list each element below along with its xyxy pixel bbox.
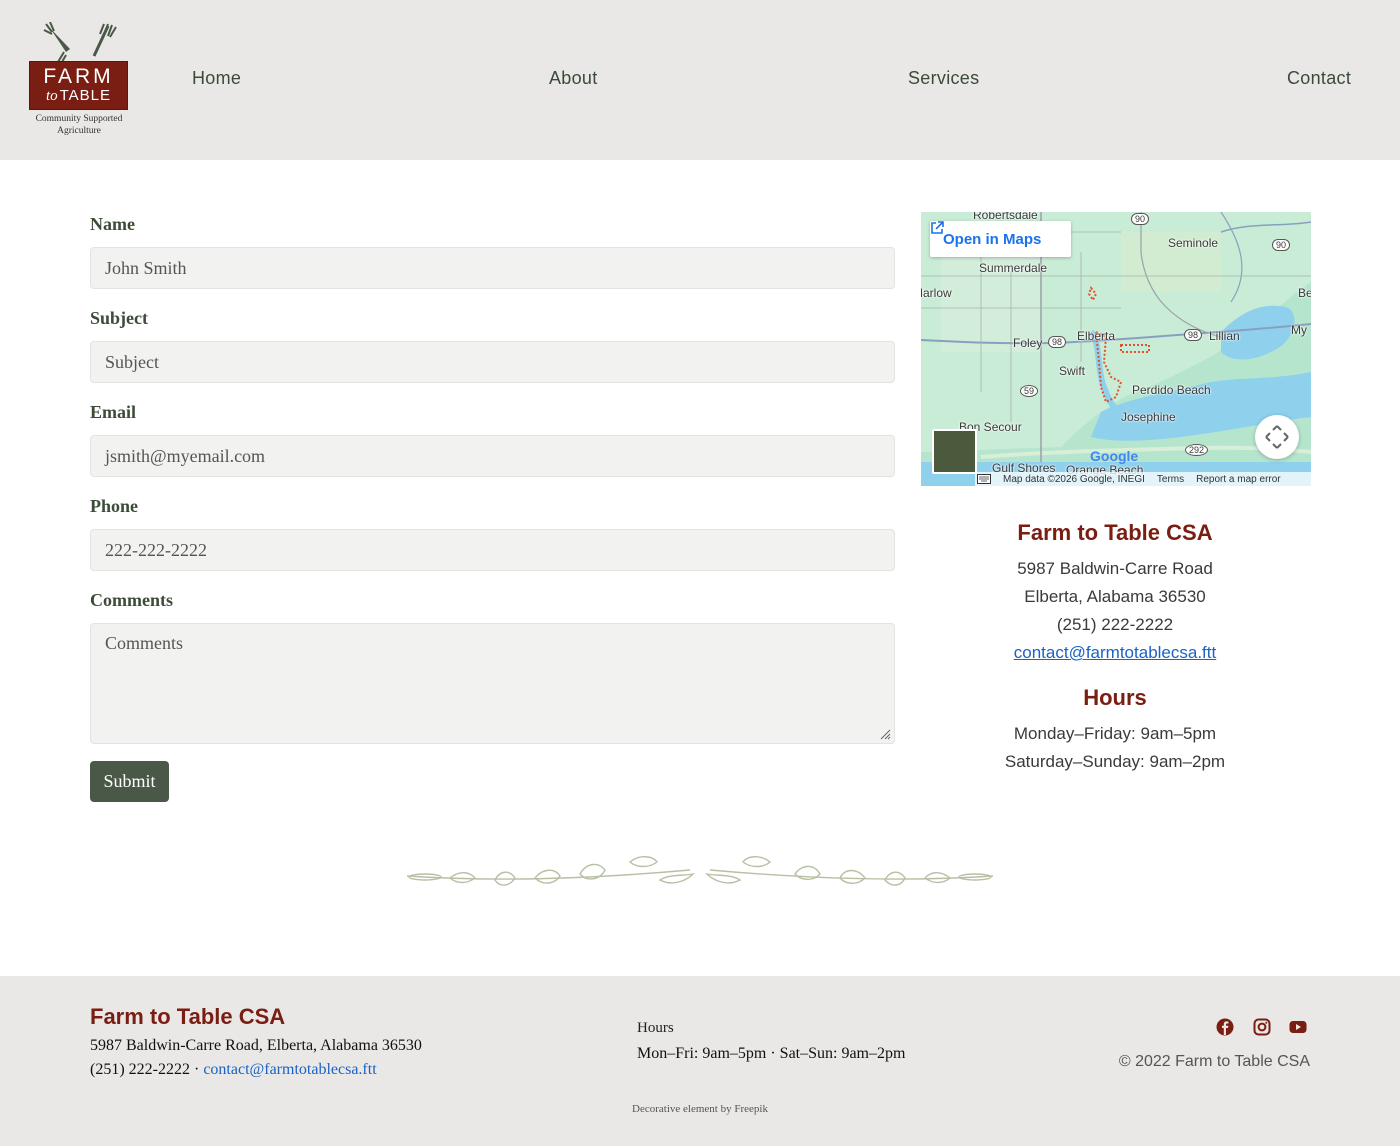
weekday-hours: Monday–Friday: 9am–5pm: [1013, 724, 1217, 743]
email-label: Email: [90, 402, 137, 422]
map-label-josephine: Josephine: [1121, 410, 1176, 424]
instagram-icon[interactable]: [1253, 1018, 1271, 1036]
phone-label: Phone: [90, 496, 139, 516]
footer-email-link[interactable]: contact@farmtotablecsa.ftt: [203, 1061, 376, 1078]
route-badge-59: 59: [1020, 385, 1039, 397]
submit-button[interactable]: Submit: [90, 761, 169, 802]
comments-field[interactable]: Comments: [90, 623, 895, 744]
map-data-text: Map data ©2026 Google, INEGI: [1003, 473, 1145, 485]
keyboard-icon[interactable]: [977, 474, 991, 484]
map-label-summerdale: Summerdale: [979, 261, 1048, 275]
subject-placeholder: Subject: [105, 351, 159, 372]
map-label-my: My: [1291, 323, 1307, 337]
route-badge-98: 98: [1048, 336, 1067, 348]
map-report-link[interactable]: Report a map error: [1196, 474, 1280, 485]
site-header: FARM to TABLE Community Supported Agricul…: [0, 0, 1400, 160]
youtube-icon[interactable]: [1289, 1018, 1307, 1036]
contact-street: 5987 Baldwin-Carre Road: [1017, 559, 1213, 578]
nav-contact[interactable]: Contact: [1287, 68, 1351, 89]
resize-handle-icon[interactable]: [879, 728, 891, 740]
contact-info-heading: Farm to Table CSA: [1017, 520, 1213, 545]
comments-placeholder: Comments: [105, 633, 184, 653]
logo-tagline-line-1: Community Supported: [35, 114, 123, 124]
phone-value: 222-222-2222: [105, 539, 207, 560]
satellite-toggle[interactable]: [932, 429, 977, 474]
map-attribution: Map data ©2026 Google, INEGI Terms Repor…: [975, 472, 1311, 486]
footer-contact: (251) 222-2222 · contact@farmtotablecsa.…: [90, 1061, 377, 1079]
name-field[interactable]: John Smith: [90, 247, 895, 289]
weekend-hours: Saturday–Sunday: 9am–2pm: [1004, 752, 1226, 771]
route-badge-292: 292: [1185, 444, 1209, 456]
nav-services[interactable]: Services: [908, 68, 979, 89]
route-badge-90: 90: [1272, 239, 1291, 251]
footer-copyright: © 2022 Farm to Table CSA: [1118, 1053, 1310, 1070]
subject-field[interactable]: Subject: [90, 341, 895, 383]
logo-tagline: Community Supported Agriculture: [22, 113, 136, 137]
fullscreen-button[interactable]: [1255, 415, 1299, 459]
logo-to-text: to: [45, 88, 58, 104]
external-link-icon: [931, 221, 944, 234]
site-footer: Farm to Table CSA 5987 Baldwin-Carre Roa…: [0, 976, 1400, 1146]
map-label-swift: Swift: [1059, 364, 1086, 378]
map-label-foley: Foley: [1013, 336, 1043, 350]
map-label-seminole: Seminole: [1168, 236, 1219, 250]
hours-heading: Hours: [1083, 685, 1147, 710]
phone-field[interactable]: 222-222-2222: [90, 529, 895, 571]
footer-title: Farm to Table CSA: [90, 1004, 286, 1029]
contact-city: Elberta, Alabama 36530: [1024, 587, 1206, 606]
site-logo[interactable]: FARM to TABLE Community Supported Agricul…: [28, 22, 130, 140]
email-value: jsmith@myemail.com: [105, 445, 266, 466]
footer-phone: (251) 222-2222 ·: [90, 1061, 200, 1078]
comments-label: Comments: [90, 590, 173, 610]
map-label-marlow: Marlow: [921, 286, 952, 300]
footer-hours-heading: Hours: [637, 1020, 674, 1036]
embedded-map[interactable]: Robertsdale Seminole Summerdale Marlow B…: [921, 212, 1311, 486]
footer-credit[interactable]: Decorative element by Freepik: [0, 1103, 1400, 1115]
email-field[interactable]: jsmith@myemail.com: [90, 435, 895, 477]
logo-badge: FARM to TABLE: [29, 61, 128, 110]
fullscreen-icon: [1265, 425, 1289, 449]
contact-info-title: Farm to Table CSA: [940, 520, 1290, 546]
decorative-branch: [406, 856, 994, 886]
map-label-lillian: Lillian: [1209, 329, 1240, 343]
nav-about[interactable]: About: [549, 68, 598, 89]
hours-title-row: Hours: [940, 685, 1290, 711]
open-in-maps-button[interactable]: Open in Maps: [930, 221, 1071, 257]
carrot-fork-icon: [43, 22, 117, 62]
contact-email-row: contact@farmtotablecsa.ftt: [940, 643, 1290, 663]
subject-label: Subject: [90, 308, 148, 328]
map-terms-link[interactable]: Terms: [1157, 474, 1184, 485]
name-value: John Smith: [105, 257, 187, 278]
facebook-icon[interactable]: [1216, 1018, 1234, 1036]
open-in-maps-label: Open in Maps: [943, 230, 1042, 248]
map-label-be: Be: [1298, 286, 1311, 300]
route-badge-98: 98: [1184, 329, 1203, 341]
route-badge-90: 90: [1131, 213, 1150, 225]
contact-phone: (251) 222-2222: [1056, 615, 1174, 634]
google-logo: Google: [1090, 448, 1139, 464]
map-label-elberta: Elberta: [1077, 329, 1116, 343]
nav-home[interactable]: Home: [192, 68, 241, 89]
logo-table-word: TABLE: [59, 87, 112, 104]
footer-hours: Mon–Fri: 9am–5pm · Sat–Sun: 9am–2pm: [637, 1045, 906, 1062]
name-label: Name: [90, 214, 135, 234]
contact-email-link[interactable]: contact@farmtotablecsa.ftt: [1014, 643, 1216, 662]
map-label-perdido-beach: Perdido Beach: [1132, 383, 1211, 397]
footer-address: 5987 Baldwin-Carre Road, Elberta, Alabam…: [90, 1037, 422, 1054]
logo-tagline-line-2: Agriculture: [57, 126, 101, 136]
logo-farm-text: FARM: [43, 65, 114, 88]
logo-table-text: to TABLE: [30, 87, 127, 105]
